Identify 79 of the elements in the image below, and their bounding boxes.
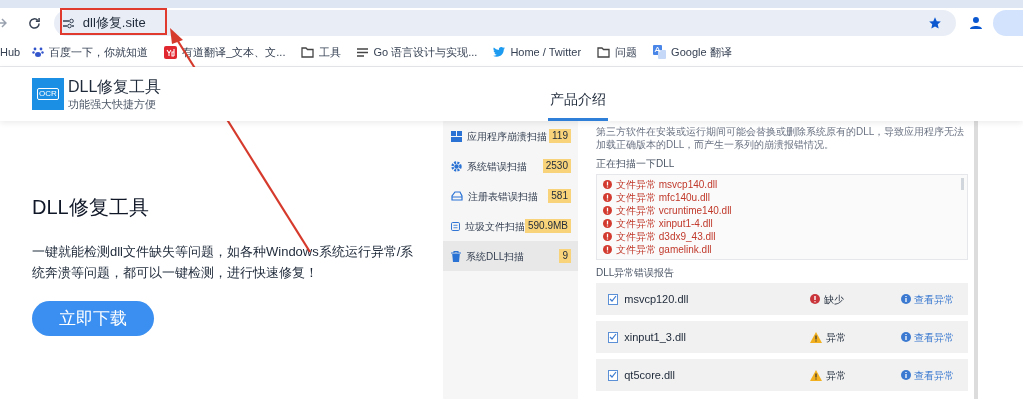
status-label: 异常 [825,368,846,383]
sidebar-item[interactable]: 垃圾文件扫描 590.9MB [443,211,578,241]
item-label: 注册表错误扫描 [468,189,538,204]
count-badge: 590.9MB [524,219,571,233]
bookmark-link[interactable]: Hub [0,43,21,61]
item-label: 系统错误扫描 [467,159,527,174]
warning-icon [809,369,822,381]
item-label: 应用程序崩溃扫描 [467,129,547,144]
report-heading: DLL异常错误报告 [596,266,676,279]
error-icon [603,232,612,241]
count-badge: 2530 [542,159,571,173]
hero-description: 一键就能检测dll文件缺失等问题，如各种Windows系统运行异常/系统奔溃等问题，都可以一键检测，进行快速修复！ [32,243,415,282]
trash-icon [451,250,461,262]
sidebar-item[interactable]: 系统DLL扫描 9 [443,241,578,271]
bookmark-link[interactable]: 工具 [301,43,342,61]
address-bar[interactable]: dll修复.site [53,10,957,36]
item-label: 系统DLL扫描 [466,249,525,264]
translate-icon [653,45,667,59]
bookmark-link[interactable]: 百度一下，你就知道 [32,43,149,61]
error-icon [809,294,820,304]
item-label: 垃圾文件扫描 [464,219,525,234]
gear-icon [451,160,462,172]
info-icon [901,294,911,304]
bookmark-link[interactable]: 问题 [597,43,638,61]
drive-icon [451,191,463,201]
status-label: 异常 [825,330,846,345]
profile-icon[interactable] [969,16,984,30]
log-entry: 文件异常 gamelink.dll [616,243,712,256]
warning-icon [809,331,822,343]
view-details-link[interactable]: 查看异常 [901,291,954,307]
count-badge: 9 [559,249,571,263]
bookmark-link[interactable]: Go 语言设计与实现... [357,43,478,61]
error-icon [603,219,612,228]
view-details-link[interactable]: 查看异常 [901,367,954,383]
checkbox[interactable] [608,293,619,305]
folder-icon [597,46,611,58]
folder-icon [301,46,315,58]
site-title: DLL修复工具 [68,77,162,97]
status-label: 缺少 [823,292,844,307]
checkbox[interactable] [608,369,619,381]
sidebar-item[interactable]: 应用程序崩溃扫描 119 [443,121,578,151]
log-entry: 文件异常 xinput1-4.dll [616,217,713,230]
file-name: msvcp120.dll [624,291,690,307]
paw-icon [32,46,45,58]
sidebar-item[interactable]: 注册表错误扫描 581 [443,181,578,211]
hero-title: DLL修复工具 [32,195,150,220]
bookmark-star-icon[interactable] [928,16,943,30]
logo-text: OCR [37,88,59,100]
list-icon [357,47,369,57]
file-name: xinput1_3.dll [624,329,687,345]
info-icon [901,332,911,342]
site-tagline: 功能强大快捷方便 [68,97,157,111]
view-details-link[interactable]: 查看异常 [901,329,954,345]
sidebar-item[interactable]: 系统错误扫描 2530 [443,151,578,181]
bookmark-link[interactable]: Google 翻译 [653,43,732,61]
scrollbar[interactable] [961,178,964,190]
log-entry: 文件异常 vcruntime140.dll [616,204,732,217]
error-icon [603,180,612,189]
file-name: qt5core.dll [624,367,676,383]
intro-text: 第三方软件在安装或运行期间可能会替换或删除系统原有的DLL，导致应用程序无法加载正确版本的DLL，而产生一系列的崩溃报错情况。 [596,125,966,151]
reload-icon[interactable] [27,16,41,30]
log-entry: 文件异常 d3dx9_43.dll [616,230,716,243]
count-badge: 581 [548,189,571,203]
bird-icon [493,47,506,57]
app-logo-icon [164,45,178,59]
error-icon [603,193,612,202]
info-icon [901,370,911,380]
document-icon [451,220,460,232]
log-entry: 文件异常 msvcp140.dll [616,178,718,191]
grid-icon [451,130,462,142]
error-icon [603,206,612,215]
error-icon [603,245,612,254]
site-settings-icon[interactable] [61,17,75,29]
log-entry: 文件异常 mfc140u.dll [616,191,710,204]
bookmark-link[interactable]: Home / Twitter [493,43,582,61]
count-badge: 119 [549,129,571,143]
url-text[interactable]: dll修复.site [82,13,146,33]
scan-heading: 正在扫描一下DLL [596,157,676,170]
checkbox[interactable] [608,331,619,343]
